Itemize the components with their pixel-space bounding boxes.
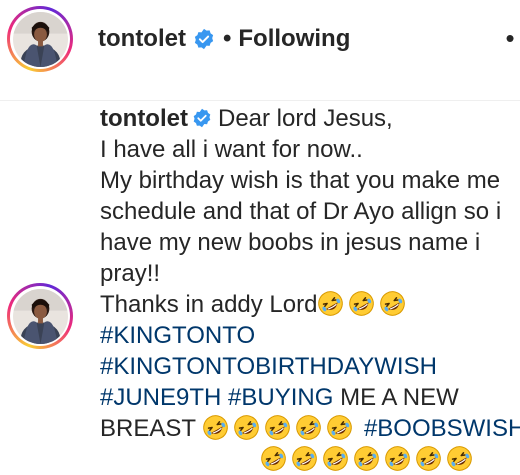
rofl-emoji-icon: [264, 414, 291, 441]
rofl-emoji-icon: [415, 445, 442, 472]
hashtag-link[interactable]: #KINGTONTO: [100, 322, 255, 349]
caption-line: have my new boobs in jesus name i: [100, 229, 481, 256]
header-user-info: tontolet • Following: [98, 24, 350, 54]
hashtag-link[interactable]: #BOOBSWISH: [364, 415, 520, 442]
caption-line: #KINGTONTO: [100, 320, 520, 351]
verified-badge-icon: [193, 28, 215, 50]
caption-line: My birthday wish is that you make me: [100, 167, 501, 194]
rofl-emoji-icon: [326, 414, 353, 441]
rofl-emoji-icon: [317, 290, 344, 317]
hashtag-link[interactable]: #BUYING: [228, 384, 333, 411]
rofl-emoji-icon: [291, 445, 318, 472]
rofl-emoji-icon: [446, 445, 473, 472]
header-separator: •: [222, 25, 232, 52]
caption-line: I have all i want for now..: [100, 136, 363, 163]
caption-line: tontolet Dear lord Jesus,: [100, 103, 520, 134]
more-options-icon[interactable]: •: [500, 20, 520, 56]
post-header: tontolet • Following •: [0, 0, 520, 80]
rofl-emoji-icon: [322, 445, 349, 472]
caption-username[interactable]: tontolet: [100, 105, 188, 132]
hashtag-link[interactable]: #KINGTONTOBIRTHDAYWISH: [100, 353, 437, 380]
rofl-emoji-icon: [379, 290, 406, 317]
caption-line: pray!!: [100, 260, 161, 287]
caption-line: #JUNE9TH #BUYING ME A NEW: [100, 382, 520, 413]
caption-line: BREAST #BOOBSWISH: [100, 413, 520, 444]
rofl-emoji-icon: [348, 290, 375, 317]
following-button[interactable]: Following: [238, 24, 350, 54]
caption-line: [100, 444, 520, 475]
rofl-emoji-icon: [260, 445, 287, 472]
caption-line: schedule and that of Dr Ayo allign so i: [100, 198, 502, 225]
profile-avatar[interactable]: [7, 6, 73, 72]
caption-line: #KINGTONTOBIRTHDAYWISH: [100, 351, 520, 382]
header-username[interactable]: tontolet: [98, 24, 186, 54]
rofl-emoji-icon: [353, 445, 380, 472]
caption-text: Dear lord Jesus,: [217, 105, 393, 132]
caption-text: BREAST: [100, 415, 196, 442]
caption-text: Thanks in addy Lord: [100, 291, 318, 318]
rofl-emoji-icon: [233, 414, 260, 441]
rofl-emoji-icon: [202, 414, 229, 441]
comment-avatar[interactable]: [7, 283, 73, 349]
verified-badge-icon: [192, 108, 212, 128]
caption-text: ME A NEW: [340, 384, 459, 411]
post-caption: tontolet Dear lord Jesus, I have all i wa…: [100, 103, 520, 475]
rofl-emoji-icon: [384, 445, 411, 472]
hashtag-link[interactable]: #JUNE9TH: [100, 384, 221, 411]
avatar-frame: [10, 286, 70, 346]
header-divider: [0, 100, 520, 101]
avatar-image: [13, 289, 68, 344]
avatar-frame: [10, 9, 70, 69]
rofl-emoji-icon: [295, 414, 322, 441]
avatar-image: [13, 12, 68, 67]
caption-line: Thanks in addy Lord: [100, 289, 520, 320]
